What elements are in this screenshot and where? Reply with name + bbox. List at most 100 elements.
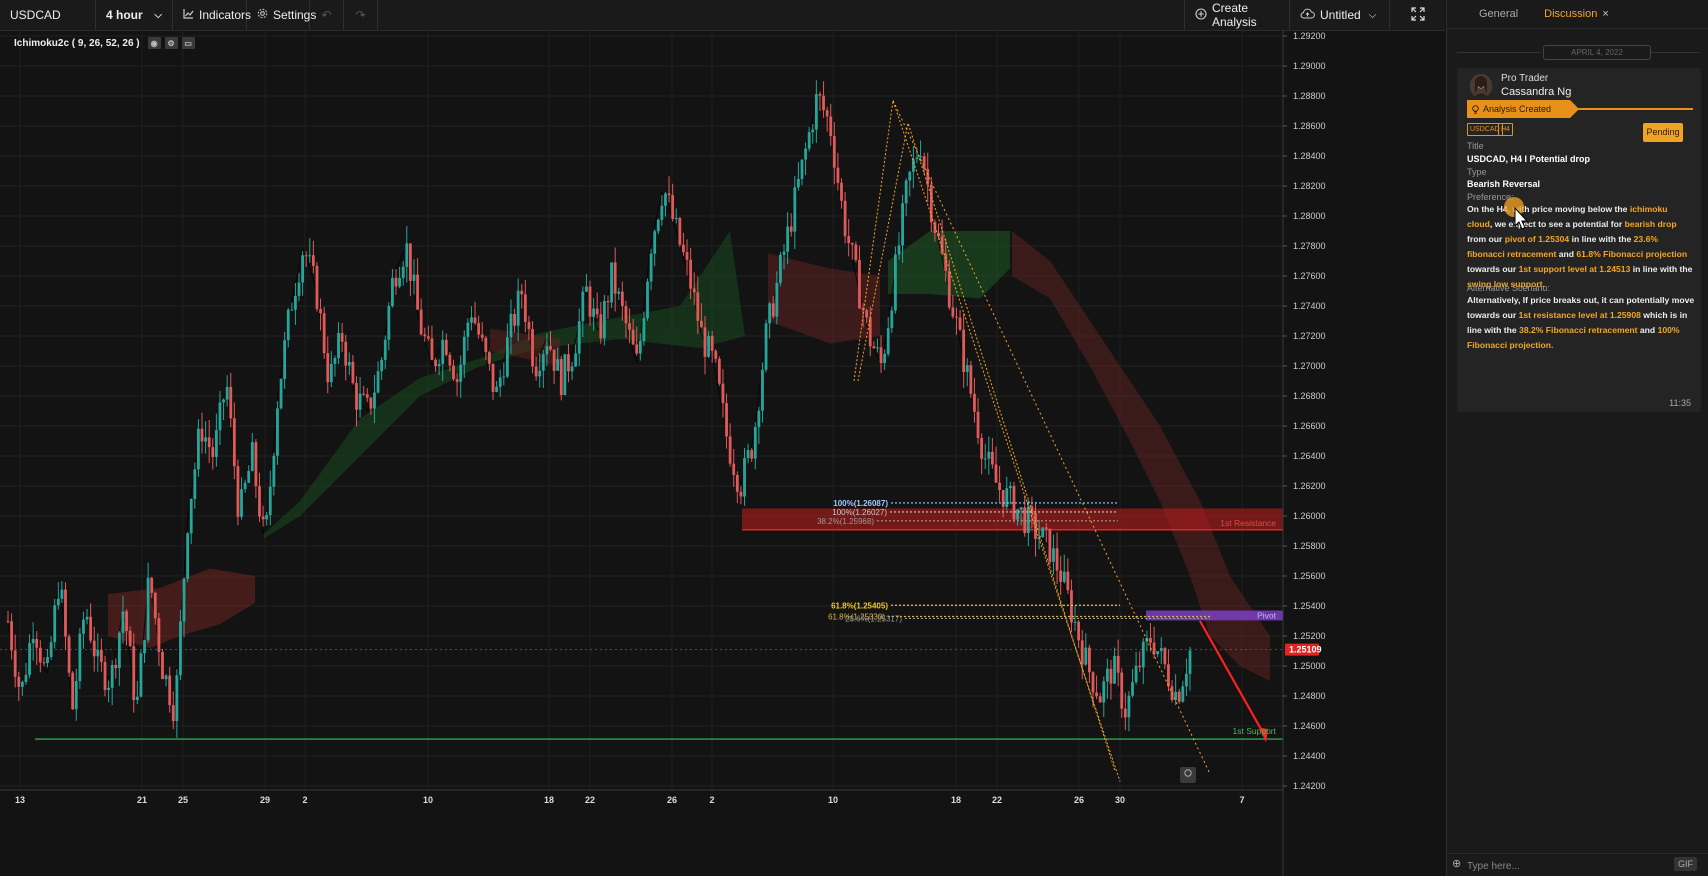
candle-body: [146, 577, 150, 641]
candle-body: [505, 337, 509, 377]
candle-body: [64, 589, 67, 637]
panel-tabs: General Discussion ×: [1447, 0, 1708, 29]
candle-body: [110, 664, 114, 688]
author-name: Cassandra Ng: [1501, 86, 1572, 98]
candle-body: [1163, 648, 1167, 665]
ribbon-label: Analysis Created: [1483, 104, 1552, 114]
candle-body: [674, 218, 678, 220]
candle-body: [254, 442, 258, 487]
trash-icon[interactable]: ▭: [181, 37, 195, 49]
candle-body: [164, 675, 168, 680]
candle-body: [373, 392, 376, 409]
fullscreen-button[interactable]: [1389, 0, 1445, 30]
price-tick-label: 1.26000: [1293, 511, 1326, 521]
candle-body: [394, 277, 398, 287]
tab-general[interactable]: General: [1479, 8, 1518, 20]
candle-body: [761, 369, 764, 411]
candle-body: [276, 408, 279, 456]
candle-body: [488, 352, 491, 364]
symbol-selector[interactable]: USDCAD: [0, 0, 96, 30]
candle-body: [725, 403, 728, 437]
candle-body: [139, 653, 143, 697]
candle-body: [897, 245, 901, 255]
eye-icon[interactable]: ◉: [147, 37, 161, 49]
candle-body: [96, 649, 100, 657]
candle-body: [642, 318, 646, 342]
candle-body: [1188, 650, 1192, 674]
candle-body: [1123, 708, 1127, 718]
candle-body: [1134, 665, 1138, 683]
candle-body: [1167, 664, 1170, 687]
avatar[interactable]: [1470, 74, 1492, 98]
candle-body: [599, 314, 603, 339]
candle-body: [161, 651, 164, 680]
indicators-button[interactable]: Indicators: [173, 0, 251, 30]
candle-body: [455, 379, 459, 382]
candle-body: [480, 334, 484, 338]
gif-button[interactable]: GIF: [1674, 857, 1697, 871]
timeframe-selector[interactable]: 4 hour ⌵: [96, 0, 173, 30]
fib-level-label: 38.2%(1.25968): [817, 517, 874, 526]
time-tick-label: 26: [1074, 795, 1084, 805]
candle-body: [987, 451, 991, 459]
candle-body: [452, 365, 455, 380]
price-chart[interactable]: 100%(1.26087)100%(1.26027)38.2%(1.25968)…: [0, 31, 1445, 876]
candle-body: [175, 675, 179, 722]
candle-body: [556, 359, 560, 371]
candle-body: [301, 255, 305, 283]
candle-body: [1177, 691, 1181, 702]
price-tick-label: 1.28000: [1293, 211, 1326, 221]
undo-button[interactable]: ↶: [310, 0, 344, 30]
candle-body: [495, 386, 499, 392]
analysis-message-card: Pro Trader Cassandra Ng Analysis Created…: [1457, 68, 1701, 412]
candle-body: [983, 458, 987, 460]
candle-body: [613, 262, 617, 294]
candle-body: [20, 681, 24, 687]
candle-body: [951, 307, 955, 317]
candle-body: [563, 354, 567, 395]
candle-body: [1113, 655, 1116, 684]
candle-body: [308, 255, 312, 257]
candle-body: [717, 358, 721, 384]
candle-body: [157, 618, 161, 652]
tab-discussion[interactable]: Discussion: [1544, 8, 1597, 20]
discussion-panel: General Discussion × APRIL 4, 2022 Pro T…: [1446, 0, 1708, 876]
redo-button[interactable]: ↷: [344, 0, 378, 30]
candle-body: [804, 148, 807, 160]
candle-body: [383, 339, 387, 360]
candle-body: [958, 317, 962, 330]
candle-body: [829, 116, 833, 137]
candle-body: [1102, 681, 1106, 703]
time-tick-label: 18: [951, 795, 961, 805]
candle-body: [294, 296, 297, 310]
time-tick-label: 30: [1115, 795, 1125, 805]
candle-body: [347, 361, 351, 366]
candle-body: [595, 308, 599, 315]
candle-body: [207, 437, 211, 448]
candle-body: [660, 205, 664, 220]
candle-body: [179, 621, 182, 676]
settings-button[interactable]: Settings: [247, 0, 316, 30]
layout-name: Untitled: [1320, 8, 1361, 22]
candle-body: [272, 455, 276, 487]
analysis-created-ribbon: Analysis Created: [1467, 100, 1579, 118]
candle-body: [782, 251, 786, 255]
candle-body: [1059, 570, 1063, 582]
candle-body: [689, 259, 693, 289]
add-icon[interactable]: ⊕: [1452, 857, 1461, 870]
layout-selector[interactable]: Untitled ⌵: [1289, 0, 1389, 30]
candle-body: [60, 589, 64, 599]
candle-body: [74, 681, 78, 710]
gear-icon[interactable]: ⚙: [164, 37, 178, 49]
candle-body: [218, 402, 222, 431]
mouse-cursor: [1503, 196, 1529, 235]
candle-body: [236, 466, 240, 517]
candle-body: [1001, 490, 1005, 507]
status-badge[interactable]: Pending: [1643, 123, 1683, 142]
candle-body: [552, 349, 556, 371]
message-input[interactable]: [1465, 858, 1639, 874]
close-icon[interactable]: ×: [1602, 8, 1608, 20]
candle-body: [814, 94, 818, 130]
candle-body: [850, 243, 854, 245]
create-analysis-button[interactable]: Create Analysis: [1184, 0, 1289, 30]
